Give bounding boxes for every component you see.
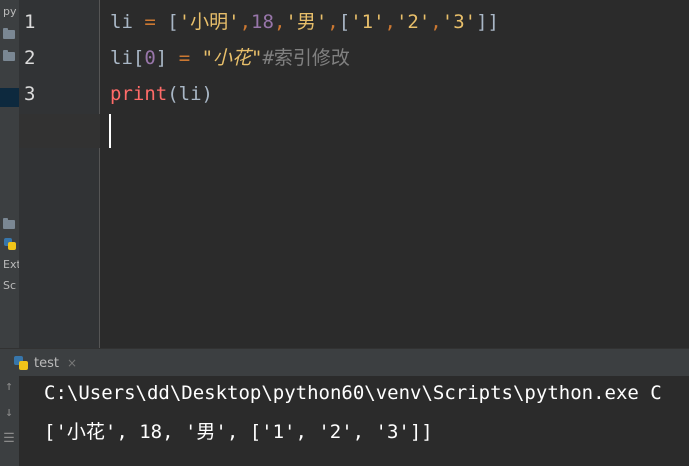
code-token: 0 bbox=[144, 47, 156, 69]
code-token: "小花" bbox=[201, 47, 263, 69]
project-panel[interactable]: py Ext Sc bbox=[0, 0, 19, 348]
folder-icon[interactable] bbox=[3, 218, 15, 229]
code-token: , bbox=[327, 11, 339, 33]
folder-icon[interactable] bbox=[3, 50, 15, 61]
code-token: , bbox=[239, 11, 252, 33]
code-line-2[interactable]: li[0] = "小花"#索引修改 bbox=[110, 40, 350, 76]
selected-tree-item[interactable] bbox=[0, 88, 19, 107]
tree-item-external-libraries[interactable]: Ext bbox=[3, 258, 19, 271]
python-file-icon[interactable] bbox=[4, 238, 16, 250]
project-label: py bbox=[3, 5, 17, 18]
run-console[interactable]: C:\Users\dd\Desktop\python60\venv\Script… bbox=[19, 376, 689, 466]
line-number: 1 bbox=[24, 11, 36, 33]
close-icon[interactable]: × bbox=[67, 356, 77, 370]
code-token: (li) bbox=[167, 83, 213, 105]
python-run-icon bbox=[14, 356, 28, 370]
code-line-3[interactable]: print(li) bbox=[110, 76, 213, 112]
code-token: , bbox=[430, 11, 442, 33]
code-token: , bbox=[273, 11, 286, 33]
run-toolbar: ↑ ↓ ☰ bbox=[0, 376, 19, 466]
line-number-gutter: 1 2 3 4 bbox=[19, 0, 100, 348]
code-token: '男' bbox=[285, 11, 328, 33]
code-editor[interactable]: li = ['小明',18,'男',['1','2','3']] li[0] =… bbox=[100, 0, 689, 348]
code-token: ] bbox=[155, 47, 168, 69]
code-token: '1' bbox=[350, 11, 385, 33]
code-token: ]] bbox=[476, 11, 499, 33]
console-line: ['小花', 18, '男', ['1', '2', '3']] bbox=[44, 421, 433, 443]
code-token: li bbox=[110, 11, 133, 33]
code-token: print bbox=[110, 83, 168, 105]
code-token: , bbox=[384, 11, 396, 33]
run-tab-test[interactable]: test × bbox=[14, 352, 77, 374]
code-token: = bbox=[178, 47, 191, 69]
code-comment: #索引修改 bbox=[262, 47, 350, 69]
code-token: [ bbox=[338, 11, 351, 33]
code-token: '2' bbox=[395, 11, 431, 33]
run-panel-header: test × bbox=[0, 348, 689, 377]
code-token: [ bbox=[167, 11, 179, 33]
code-token: '3' bbox=[441, 11, 477, 33]
tree-item-scratches[interactable]: Sc bbox=[3, 279, 16, 292]
console-line: C:\Users\dd\Desktop\python60\venv\Script… bbox=[44, 382, 662, 404]
line-number: 2 bbox=[24, 47, 36, 69]
scroll-up-icon[interactable]: ↑ bbox=[2, 379, 16, 394]
code-line-1[interactable]: li = ['小明',18,'男',['1','2','3']] bbox=[110, 4, 499, 40]
code-token: '小明' bbox=[178, 11, 240, 33]
run-tab-label: test bbox=[34, 355, 59, 371]
code-token: 18 bbox=[251, 11, 274, 33]
code-token: li[ bbox=[110, 47, 145, 69]
line-number: 3 bbox=[24, 83, 36, 105]
wrap-lines-icon[interactable]: ☰ bbox=[2, 431, 16, 446]
text-caret bbox=[109, 114, 111, 148]
code-token: = bbox=[144, 11, 156, 33]
folder-icon[interactable] bbox=[3, 28, 15, 39]
scroll-down-icon[interactable]: ↓ bbox=[2, 405, 16, 420]
